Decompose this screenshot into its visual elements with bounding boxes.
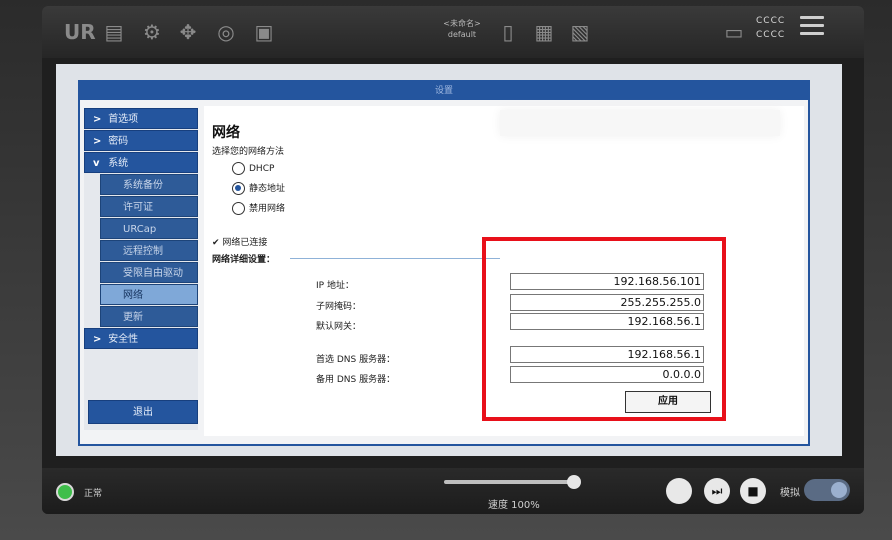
new-file-icon[interactable]: ▯ (496, 20, 520, 44)
radio-label: DHCP (249, 164, 275, 174)
sidebar-item-label: 密码 (108, 136, 129, 147)
sidebar-item-update[interactable]: 更新 (100, 306, 198, 327)
stop-icon[interactable]: ■ (740, 478, 766, 504)
robot-status-text: 正常 (84, 489, 103, 499)
radio-disable[interactable]: 禁用网络 (232, 201, 285, 217)
window-title: 设置 (80, 82, 808, 100)
radio-static[interactable]: 静态地址 (232, 181, 285, 197)
sidebar-item-safety[interactable]: > 安全性 (84, 328, 198, 349)
sidebar-item-network[interactable]: 网络 (100, 284, 198, 305)
glare-overlay (500, 110, 780, 136)
page-title: 网络 (212, 125, 240, 141)
device-bezel: UR ▤ ⚙ ✥ ◎ ▣ <未命名> default ▯ ▦ ▧ ▭ CCCC … (0, 0, 892, 540)
settings-sidebar: > 首选项 > 密码 v 系统 系统备份 许可证 URCap 远程控制 受限自由… (84, 108, 198, 430)
radio-button-selected[interactable] (232, 182, 245, 195)
simulation-toggle[interactable] (804, 479, 850, 501)
connection-status: ✔ 网络已连接 (212, 235, 267, 248)
simulation-label: 模拟 (780, 488, 800, 499)
installation-name: default (447, 30, 477, 39)
exit-button[interactable]: 退出 (88, 400, 198, 424)
file-icon[interactable]: ▤ (102, 20, 126, 44)
sidebar-item-system-backup[interactable]: 系统备份 (100, 174, 198, 195)
footer-bar: 正常 速度 100% ⏭ ■ 模拟 (42, 468, 864, 514)
status-lines: CCCC CCCC (756, 14, 785, 42)
program-name: <未命名> (443, 19, 481, 28)
sidebar-item-label: 系统 (108, 158, 129, 169)
screen: UR ▤ ⚙ ✥ ◎ ▣ <未命名> default ▯ ▦ ▧ ▭ CCCC … (42, 6, 864, 514)
status-line: CCCC (756, 30, 786, 40)
save-as-icon[interactable]: ▧ (568, 20, 592, 44)
save-icon[interactable]: ▦ (532, 20, 556, 44)
speed-slider-handle[interactable] (567, 475, 581, 489)
robot-arm-icon[interactable]: ⚙ (140, 20, 164, 44)
sidebar-item-label: 首选项 (108, 114, 139, 125)
status-line: CCCC (756, 16, 786, 26)
ur-logo-icon: UR (64, 20, 96, 44)
move-icon[interactable]: ✥ (176, 20, 200, 44)
preferred-dns-label: 首选 DNS 服务器： (316, 355, 396, 365)
sidebar-item-system[interactable]: v 系统 (84, 152, 198, 173)
alternate-dns-label: 备用 DNS 服务器： (316, 375, 396, 385)
speed-slider[interactable] (444, 480, 574, 484)
default-gateway-label: 默认网关： (316, 322, 362, 332)
speed-label: 速度 100% (488, 500, 540, 511)
ip-address-label: IP 地址： (316, 281, 354, 291)
robot-status-icon[interactable] (56, 483, 74, 501)
network-method-label: 选择您的网络方法 (212, 147, 285, 157)
play-icon[interactable] (666, 478, 692, 504)
io-icon[interactable]: ◎ (214, 20, 238, 44)
screenshot-icon[interactable]: ▭ (722, 20, 746, 44)
sidebar-item-password[interactable]: > 密码 (84, 130, 198, 151)
sidebar-item-freedrive[interactable]: 受限自由驱动 (100, 262, 198, 283)
radio-label: 静态地址 (249, 184, 286, 194)
check-icon: ✔ (212, 238, 220, 248)
connection-status-text: 网络已连接 (222, 238, 268, 248)
sidebar-item-remote-control[interactable]: 远程控制 (100, 240, 198, 261)
chevron-right-icon: > (93, 136, 102, 147)
radio-label: 禁用网络 (249, 204, 286, 214)
sidebar-item-license[interactable]: 许可证 (100, 196, 198, 217)
chevron-right-icon: > (93, 334, 102, 345)
sidebar-item-preferences[interactable]: > 首选项 (84, 108, 198, 129)
highlight-box (482, 237, 726, 421)
header-bar: UR ▤ ⚙ ✥ ◎ ▣ <未命名> default ▯ ▦ ▧ ▭ CCCC … (42, 6, 864, 58)
divider (290, 258, 500, 259)
radio-dhcp[interactable]: DHCP (232, 161, 274, 177)
step-icon[interactable]: ⏭ (704, 478, 730, 504)
details-section-label: 网络详细设置： (212, 255, 276, 265)
program-block: <未命名> default (422, 18, 502, 40)
hamburger-menu-icon[interactable] (800, 16, 824, 38)
chevron-right-icon: > (93, 114, 102, 125)
sidebar-item-label: 安全性 (108, 334, 139, 345)
radio-button[interactable] (232, 162, 245, 175)
radio-button[interactable] (232, 202, 245, 215)
chevron-down-icon: v (93, 158, 100, 169)
log-icon[interactable]: ▣ (252, 20, 276, 44)
subnet-mask-label: 子网掩码： (316, 302, 362, 312)
sidebar-item-urcap[interactable]: URCap (100, 218, 198, 239)
